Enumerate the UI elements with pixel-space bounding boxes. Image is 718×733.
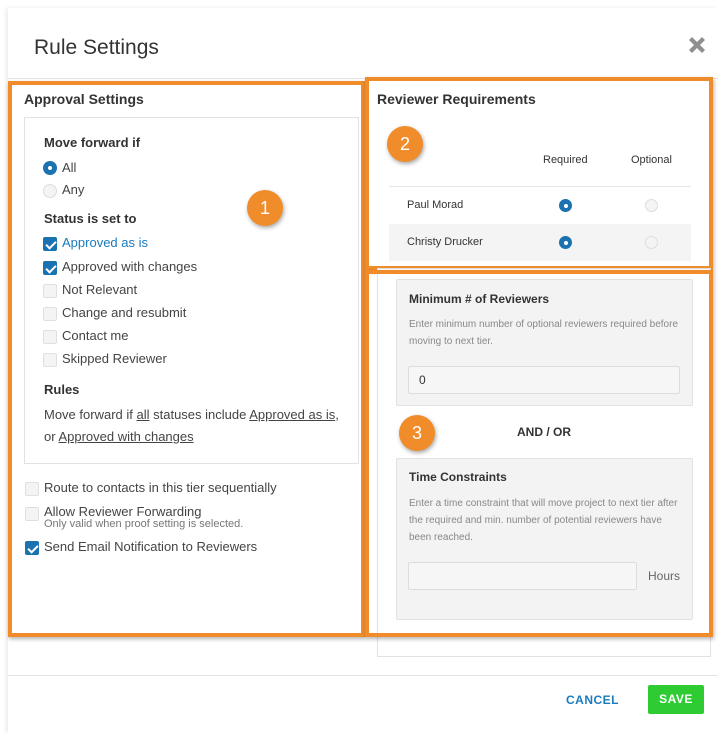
radio-any[interactable] bbox=[43, 184, 57, 198]
status-label: Status is set to bbox=[44, 211, 137, 226]
reviewer-name: Christy Drucker bbox=[407, 236, 483, 248]
reviewer-name: Paul Morad bbox=[407, 199, 464, 211]
reviewer-optional-radio[interactable] bbox=[645, 199, 658, 212]
checkbox-approved-as-is[interactable] bbox=[43, 237, 57, 251]
rules-text-line1: Move forward if all statuses include App… bbox=[44, 407, 339, 422]
cancel-button[interactable]: CANCEL bbox=[566, 693, 619, 707]
change-and-resubmit-label: Change and resubmit bbox=[62, 305, 187, 320]
move-forward-label: Move forward if bbox=[44, 135, 141, 150]
save-button[interactable]: SAVE bbox=[648, 685, 704, 714]
footer-divider bbox=[8, 675, 718, 676]
checkbox-send-email[interactable] bbox=[25, 541, 39, 555]
checkbox-skipped-reviewer[interactable] bbox=[43, 353, 57, 367]
minimum-reviewers-description: Enter minimum number of optional reviewe… bbox=[409, 319, 679, 347]
badge-3: 3 bbox=[399, 415, 435, 451]
time-constraint-input[interactable] bbox=[408, 562, 637, 590]
radio-all[interactable] bbox=[43, 161, 57, 175]
minimum-reviewers-input[interactable]: 0 bbox=[408, 366, 680, 394]
and-or-label: AND / OR bbox=[517, 425, 571, 439]
approved-with-changes-label: Approved with changes bbox=[62, 259, 198, 274]
col-required-header: Required bbox=[543, 154, 588, 166]
checkbox-route-sequentially[interactable] bbox=[25, 482, 39, 496]
checkbox-contact-me[interactable] bbox=[43, 330, 57, 344]
time-constraints-description: Enter a time constraint that will move p… bbox=[409, 498, 678, 543]
route-sequentially-label: Route to contacts in this tier sequentia… bbox=[44, 480, 277, 495]
radio-all-label: All bbox=[62, 160, 77, 175]
reviewer-optional-radio[interactable] bbox=[645, 236, 658, 249]
checkbox-not-relevant[interactable] bbox=[43, 284, 57, 298]
badge-2: 2 bbox=[387, 126, 423, 162]
dialog-title: Rule Settings bbox=[34, 36, 159, 59]
reviewer-requirements-heading: Reviewer Requirements bbox=[377, 91, 536, 107]
col-optional-header: Optional bbox=[631, 154, 672, 166]
time-constraints-title: Time Constraints bbox=[409, 470, 507, 484]
checkbox-allow-forwarding[interactable] bbox=[25, 507, 39, 521]
checkbox-approved-with-changes[interactable] bbox=[43, 261, 57, 275]
checkbox-change-and-resubmit[interactable] bbox=[43, 307, 57, 321]
send-email-label: Send Email Notification to Reviewers bbox=[44, 539, 258, 554]
skipped-reviewer-label: Skipped Reviewer bbox=[62, 351, 167, 366]
hours-unit-label: Hours bbox=[648, 569, 681, 583]
not-relevant-label: Not Relevant bbox=[62, 282, 138, 297]
approved-as-is-label: Approved as is bbox=[62, 235, 148, 250]
close-icon[interactable] bbox=[684, 32, 710, 58]
reviewer-required-radio[interactable] bbox=[559, 236, 572, 249]
badge-1: 1 bbox=[247, 190, 283, 226]
approval-settings-heading: Approval Settings bbox=[24, 91, 144, 107]
radio-any-label: Any bbox=[62, 182, 85, 197]
reviewer-required-radio[interactable] bbox=[559, 199, 572, 212]
contact-me-label: Contact me bbox=[62, 328, 129, 343]
allow-forwarding-label: Allow Reviewer Forwarding bbox=[44, 504, 202, 519]
allow-forwarding-note: Only valid when proof setting is selecte… bbox=[44, 518, 244, 530]
rules-label: Rules bbox=[44, 382, 80, 397]
minimum-reviewers-title: Minimum # of Reviewers bbox=[409, 292, 550, 306]
rules-text-line2: or Approved with changes bbox=[44, 429, 194, 444]
